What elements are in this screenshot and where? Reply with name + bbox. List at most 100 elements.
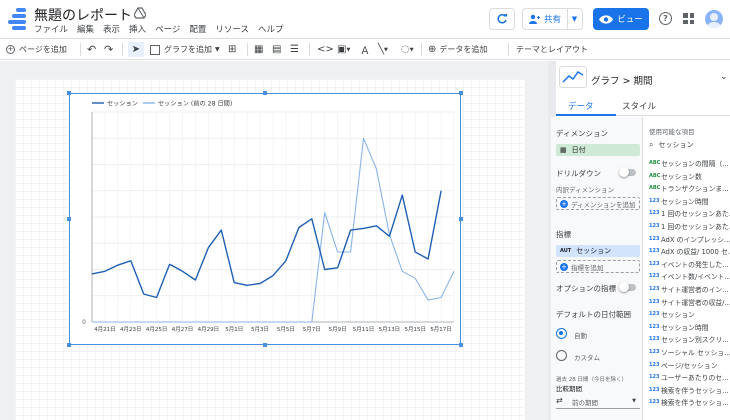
menu-view[interactable]: 表示 <box>103 23 120 35</box>
theme-layout-label: テーマとレイアウト <box>516 45 588 54</box>
menu-edit[interactable]: 編集 <box>77 23 94 35</box>
menu-file[interactable]: ファイル <box>34 23 68 35</box>
field-item[interactable]: 123 セッション時間 <box>649 321 730 333</box>
share-button[interactable]: 共有 <box>522 8 568 30</box>
menu-page[interactable]: ページ <box>155 23 180 35</box>
add-data-icon: ⊕ <box>428 44 437 55</box>
field-item[interactable]: 123 AdX のインプレッシ... <box>649 233 730 245</box>
data-control-button[interactable]: ▤ <box>272 42 281 57</box>
comparison-select[interactable]: ⇄ 前の期間 ▼ <box>556 395 640 409</box>
metric-value: セッション <box>576 247 612 255</box>
time-series-chart-icon[interactable] <box>559 66 587 88</box>
calendar-icon: ▦ <box>254 44 264 55</box>
metric-chip[interactable]: AUT セッション <box>556 245 640 257</box>
menu-resource[interactable]: リソース <box>215 23 249 35</box>
resize-handle[interactable] <box>67 91 71 95</box>
dimension-chip[interactable]: ▦ 日付 <box>556 144 640 156</box>
field-name: セッション時間 <box>661 197 709 206</box>
field-item[interactable]: 123 セッション別スクリ... <box>649 333 730 345</box>
filter-control-button[interactable]: ☰ <box>290 42 299 57</box>
resize-handle[interactable] <box>459 91 463 95</box>
add-metric-button[interactable]: + 指標を追加 <box>556 260 640 273</box>
chart-type-label: グラフ <box>591 76 620 87</box>
report-title[interactable]: 無題のレポート <box>34 5 132 25</box>
shape-button[interactable]: ◌ ▼ <box>401 42 414 57</box>
field-item[interactable]: 123 ソーシャル セッショ... <box>649 346 730 358</box>
apps-grid-icon[interactable] <box>683 13 694 24</box>
view-button[interactable]: ビュー <box>593 8 649 30</box>
menu-arrange[interactable]: 配置 <box>189 23 206 35</box>
theme-layout-button[interactable]: テーマとレイアウト <box>516 42 588 57</box>
avatar[interactable] <box>705 10 723 28</box>
toolbar-divider <box>80 43 81 56</box>
optional-metrics-toggle[interactable] <box>619 282 636 292</box>
field-type-badge: 123 <box>649 311 660 318</box>
add-dimension-button[interactable]: + ディメンションを追加 <box>556 197 640 210</box>
help-icon[interactable]: ? <box>659 12 672 25</box>
field-item[interactable]: 123 イベント数/イベント... <box>649 270 730 282</box>
field-item[interactable]: ABC セッション数 <box>649 170 730 182</box>
text-button[interactable]: Ａ <box>360 42 370 57</box>
share-dropdown-button[interactable]: ▼ <box>567 8 583 30</box>
selection-frame[interactable] <box>69 93 461 345</box>
text-box-icon: Ａ <box>360 46 370 57</box>
tab-style[interactable]: スタイル <box>622 100 656 112</box>
field-type-badge: 123 <box>649 298 660 305</box>
auto-radio[interactable] <box>556 328 567 339</box>
field-item[interactable]: 123 1 回のセッションあた... <box>649 207 730 219</box>
add-data-button[interactable]: ⊕ データを追加 <box>428 42 487 57</box>
field-item[interactable]: 123 検索を伴うセッショ... <box>649 384 730 396</box>
aggregation-badge: AUT <box>560 248 572 254</box>
data-studio-logo-icon[interactable] <box>8 8 26 30</box>
field-item[interactable]: 123 AdX の収益/ 1000 セ... <box>649 245 730 257</box>
line-button[interactable]: ╲ ▼ <box>378 42 388 57</box>
add-chart-button[interactable]: グラフを追加 ▼ <box>150 42 220 57</box>
resize-handle[interactable] <box>263 91 267 95</box>
custom-radio[interactable] <box>556 350 567 361</box>
undo-button[interactable]: ↶ <box>87 42 96 57</box>
field-name: 1 回のセッションあた... <box>661 210 730 219</box>
tab-data[interactable]: データ <box>568 100 594 112</box>
field-type-badge: 123 <box>649 386 660 393</box>
field-name: セッション時間 <box>661 323 709 332</box>
field-type-badge: 123 <box>649 374 660 381</box>
refresh-button[interactable] <box>489 8 515 30</box>
resize-handle[interactable] <box>459 343 463 347</box>
resize-handle[interactable] <box>67 217 71 221</box>
add-page-button[interactable]: + ページを追加 <box>6 42 67 57</box>
resize-handle[interactable] <box>459 217 463 221</box>
auto-label: 自動 <box>574 332 587 340</box>
field-item[interactable]: 123 イベントの発生した... <box>649 258 730 270</box>
add-page-label: ページを追加 <box>19 45 67 54</box>
image-button[interactable]: ▣ ▼ <box>337 42 350 57</box>
field-item[interactable]: 123 ページ/セッション <box>649 359 730 371</box>
field-item[interactable]: 123 ユーザーあたりのセ... <box>649 371 730 383</box>
field-item[interactable]: 123 サイト運営者のイン... <box>649 283 730 295</box>
drilldown-toggle[interactable] <box>619 167 636 177</box>
select-tool-button[interactable]: ➤ <box>128 42 144 57</box>
field-item[interactable]: ABC トランザクションま... <box>649 182 730 194</box>
field-item[interactable]: 123 セッション時間 <box>649 195 730 207</box>
date-range-button[interactable]: ▦ <box>254 42 263 57</box>
embed-url-button[interactable]: <> <box>317 42 334 57</box>
field-item[interactable]: ABC セッションの間隔（... <box>649 157 730 169</box>
resize-handle[interactable] <box>263 343 267 347</box>
add-dimension-label: ディメンションを追加 <box>571 200 636 209</box>
resize-handle[interactable] <box>67 343 71 347</box>
field-name: ページ/セッション <box>661 361 718 370</box>
breakdown-heading: 内訳ディメンション <box>556 186 615 194</box>
field-item[interactable]: 123 セッション <box>649 308 730 320</box>
menu-help[interactable]: ヘルプ <box>258 23 284 35</box>
chevron-down-icon[interactable]: ⌄ <box>720 72 728 82</box>
field-item[interactable]: 123 検索を伴うセッショ... <box>649 396 730 408</box>
redo-button[interactable]: ↷ <box>104 42 113 57</box>
field-search-input[interactable]: ⌕ セッション <box>649 138 729 152</box>
field-name: 検索を伴うセッショ... <box>661 386 729 395</box>
field-item[interactable]: 123 サイト運営者の収益/... <box>649 296 730 308</box>
community-viz-button[interactable]: ⊞ <box>228 42 236 57</box>
panel-tabs: データ スタイル <box>556 96 730 116</box>
field-item[interactable]: 123 1 回のセッションあた... <box>649 220 730 232</box>
drive-icon[interactable] <box>134 7 146 19</box>
menu-insert[interactable]: 挿入 <box>129 23 146 35</box>
compare-arrows-icon: ⇄ <box>556 396 563 405</box>
